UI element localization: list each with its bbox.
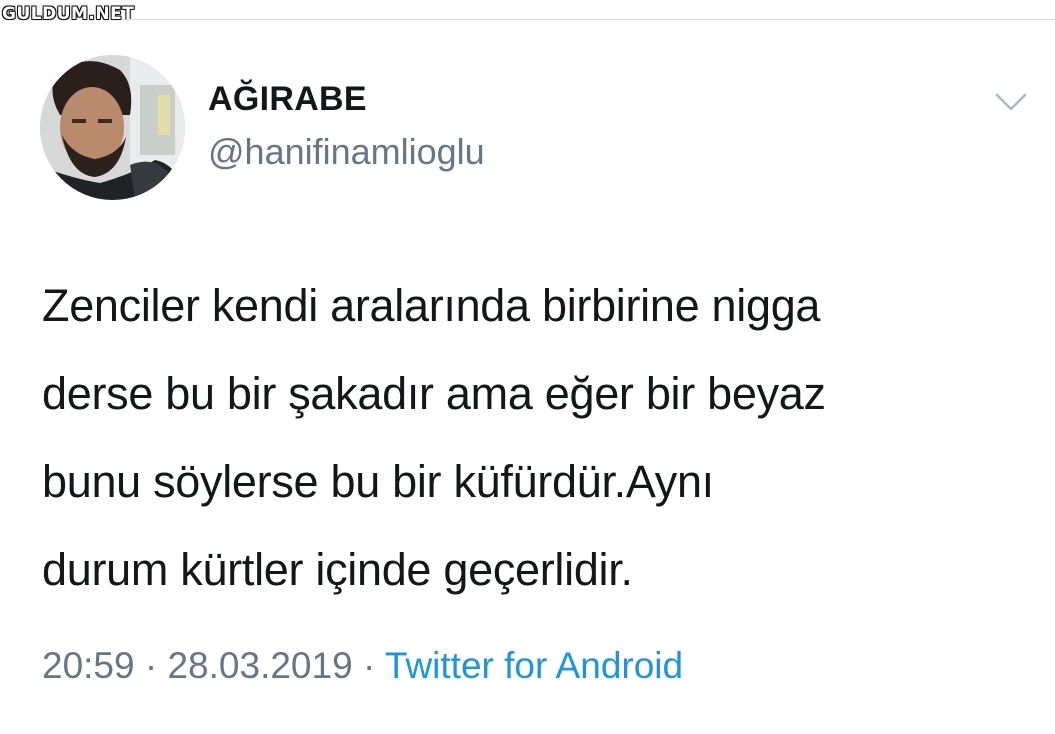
tweet-meta: 20:59 · 28.03.2019 · Twitter for Android: [42, 645, 683, 687]
user-handle[interactable]: @hanifinamlioglu: [208, 131, 485, 173]
tweet-text: Zenciler kendi aralarında birbirine nigg…: [42, 280, 826, 595]
meta-separator: ·: [362, 645, 376, 686]
avatar[interactable]: [40, 55, 185, 200]
watermark-logo: GULDUM.NET: [2, 4, 135, 24]
avatar-photo: [40, 55, 185, 200]
meta-separator: ·: [144, 645, 158, 686]
divider: [126, 19, 1055, 20]
tweet-time[interactable]: 20:59: [42, 645, 135, 686]
tweet-source-link[interactable]: Twitter for Android: [385, 645, 683, 686]
tweet-date[interactable]: 28.03.2019: [167, 645, 352, 686]
chevron-down-icon[interactable]: [993, 90, 1029, 114]
display-name[interactable]: AĞIRABE: [208, 80, 367, 119]
